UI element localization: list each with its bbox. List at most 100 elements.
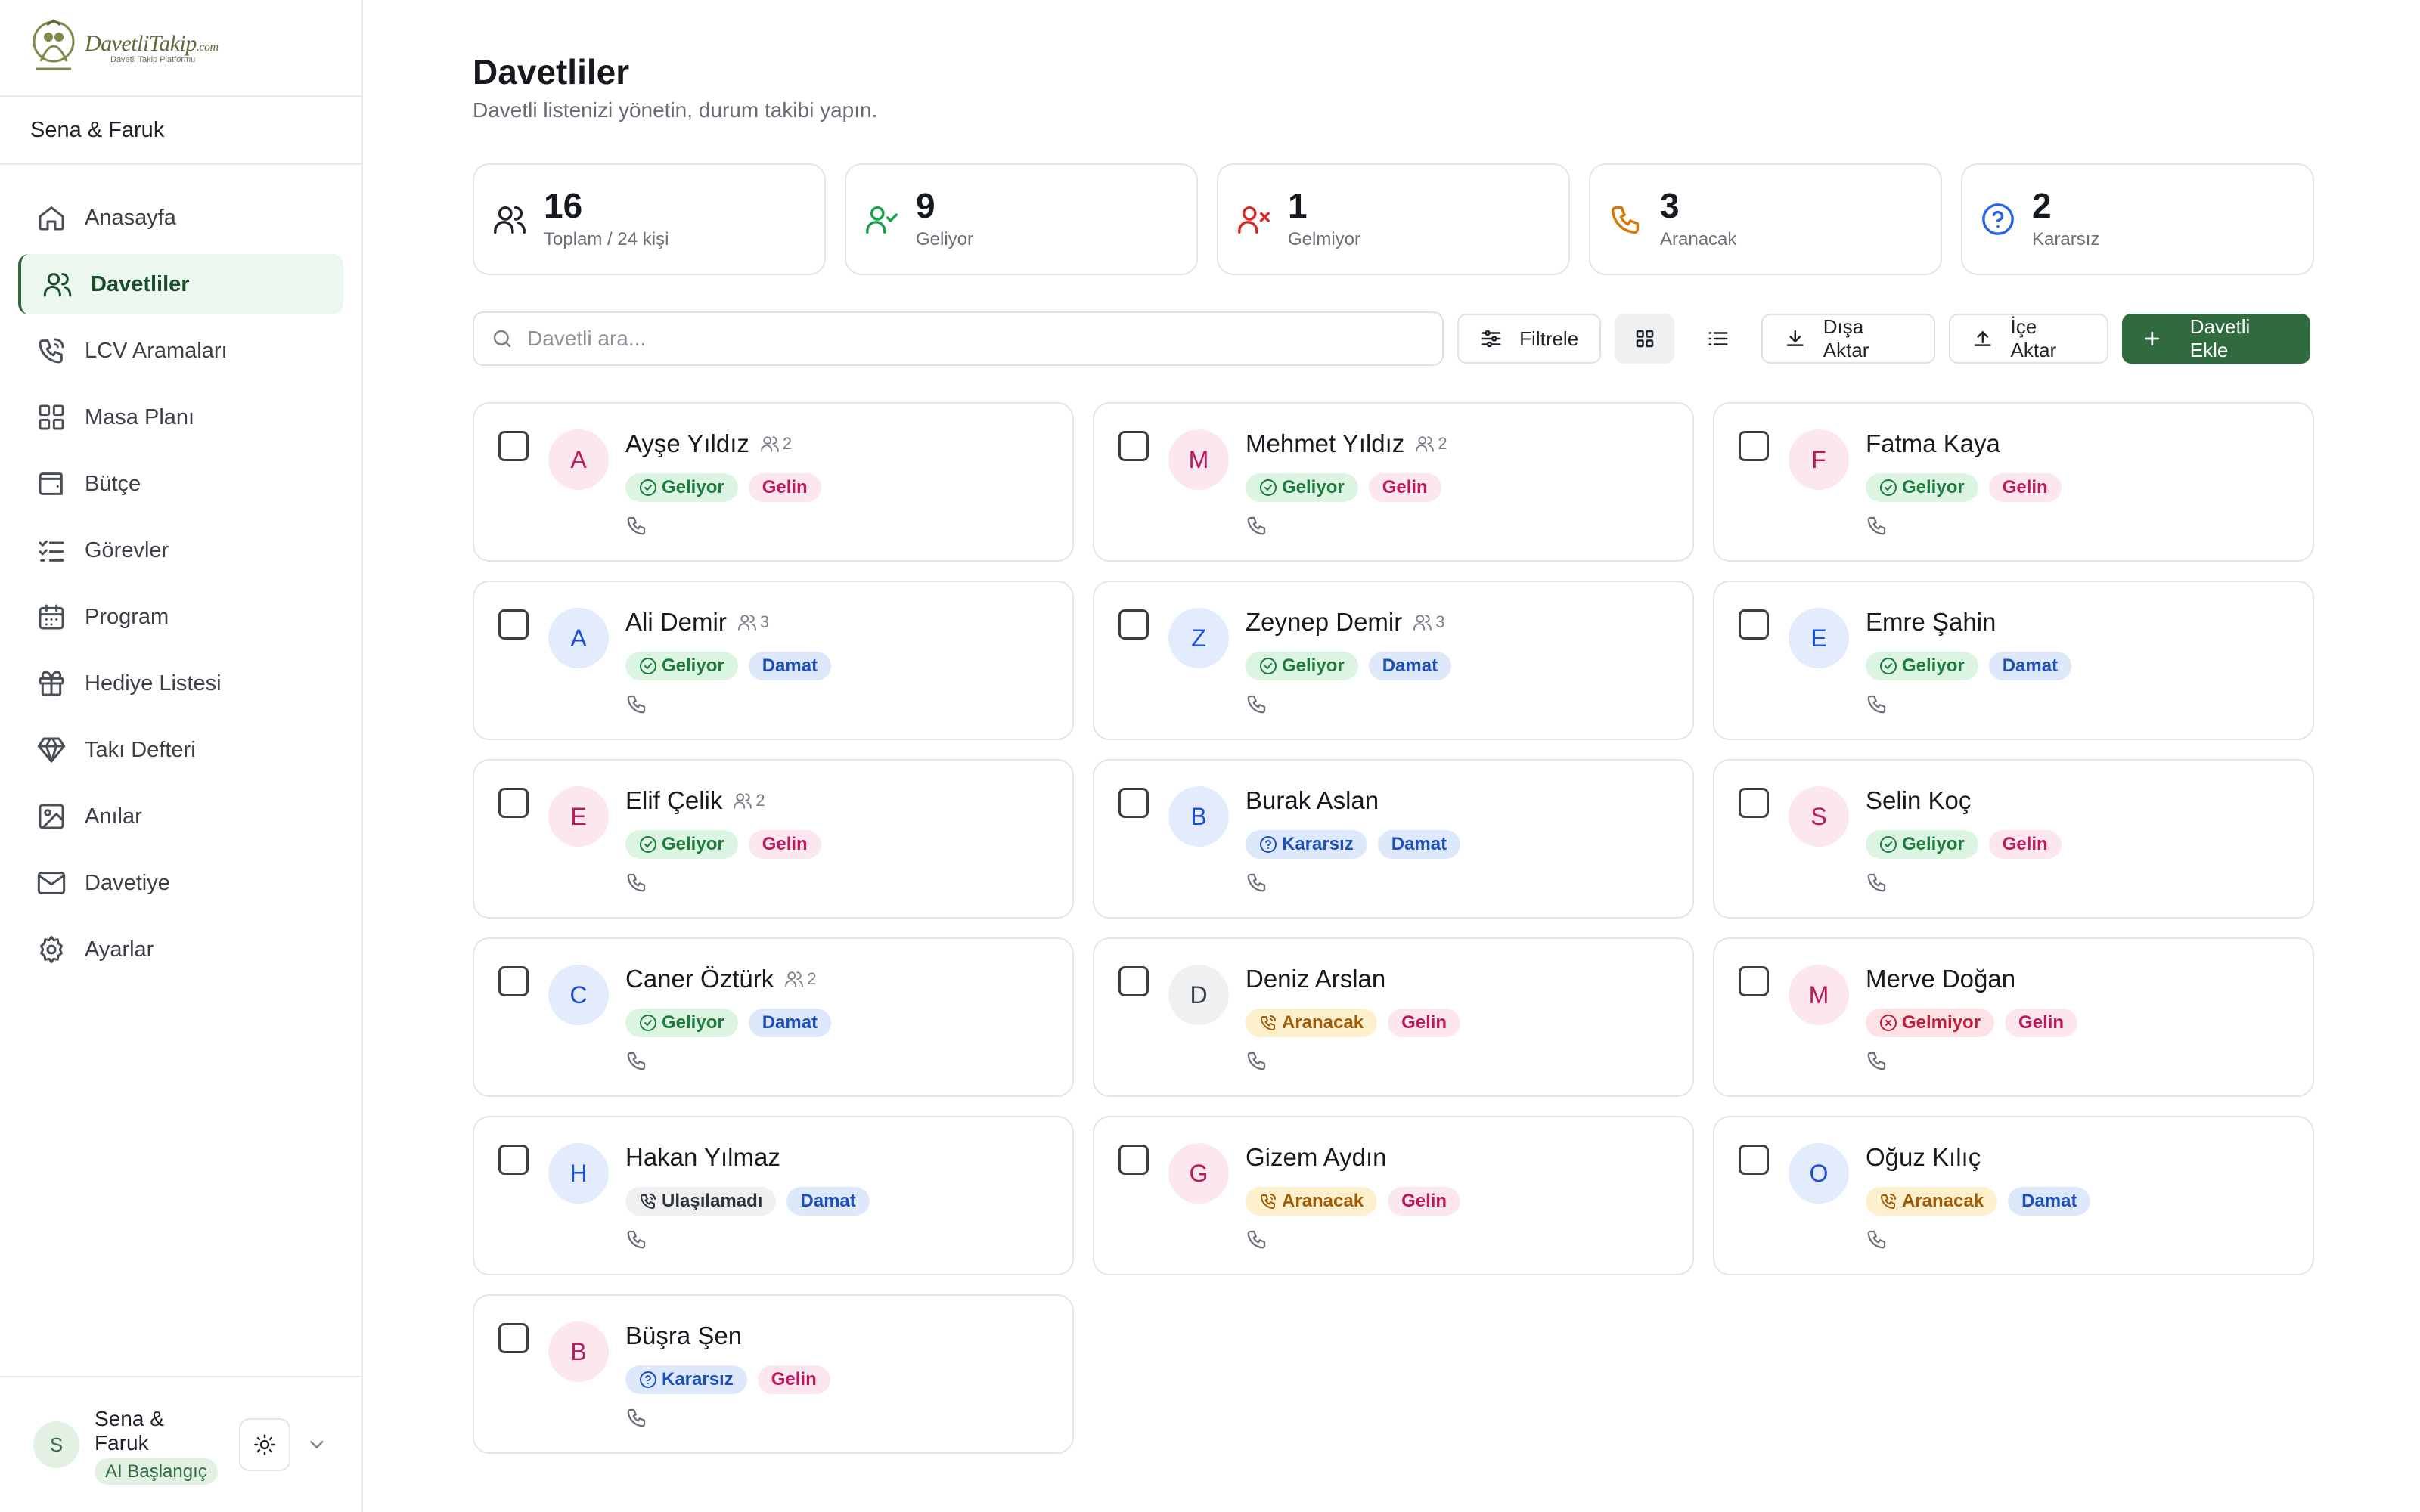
select-checkbox[interactable] bbox=[498, 609, 529, 640]
status-badge: Ulaşılamadı bbox=[625, 1187, 777, 1216]
search-icon bbox=[493, 330, 511, 348]
brand-suffix: .com bbox=[196, 41, 219, 54]
brand-logo[interactable]: DavetliTakip.com Davetli Takip Platformu bbox=[27, 16, 219, 79]
filter-button[interactable]: Filtrele bbox=[1457, 314, 1602, 364]
guest-card[interactable]: Z Zeynep Demir 3 Geliyor Damat bbox=[1093, 581, 1694, 740]
avatar: M bbox=[1168, 429, 1229, 490]
sidebar-item-image[interactable]: Anılar bbox=[18, 786, 343, 847]
import-label: İçe Aktar bbox=[2010, 315, 2057, 361]
select-checkbox[interactable] bbox=[498, 788, 529, 818]
grid-icon bbox=[39, 404, 64, 430]
help-circle-icon bbox=[640, 1371, 656, 1388]
sidebar-item-phone-call[interactable]: LCV Aramaları bbox=[18, 321, 343, 381]
sidebar-nav: Anasayfa Davetliler LCV Aramaları Masa Plan… bbox=[0, 165, 361, 980]
guest-card[interactable]: H Hakan Yılmaz Ulaşılamadı Damat bbox=[473, 1116, 1074, 1275]
stat-value: 3 bbox=[1660, 186, 1680, 225]
sidebar-item-label: Ayarlar bbox=[85, 937, 154, 962]
guest-card[interactable]: F Fatma Kaya Geliyor Gelin bbox=[1713, 402, 2314, 562]
sidebar-item-checklist[interactable]: Görevler bbox=[18, 520, 343, 581]
side-badge: Gelin bbox=[1988, 830, 2062, 859]
select-checkbox[interactable] bbox=[1118, 431, 1149, 461]
guest-grid: A Ayşe Yıldız 2 Geliyor Gelin M Mehmet Yıldız 2… bbox=[473, 402, 2314, 1454]
select-checkbox[interactable] bbox=[1739, 1145, 1769, 1175]
chevron-down-icon[interactable] bbox=[306, 1433, 328, 1456]
sidebar-item-calendar[interactable]: Program bbox=[18, 587, 343, 647]
filter-label: Filtrele bbox=[1519, 327, 1579, 350]
users-icon bbox=[738, 615, 756, 631]
sidebar-item-users[interactable]: Davetliler bbox=[18, 254, 343, 314]
guest-card[interactable]: B Burak Aslan Kararsız Damat bbox=[1093, 759, 1694, 919]
search-input[interactable] bbox=[527, 327, 1419, 351]
sidebar-item-label: LCV Aramaları bbox=[85, 338, 228, 363]
check-circle-icon bbox=[1880, 479, 1897, 496]
status-label: Aranacak bbox=[1282, 1191, 1364, 1211]
guest-card[interactable]: E Elif Çelik 2 Geliyor Gelin bbox=[473, 759, 1074, 919]
select-checkbox[interactable] bbox=[1739, 788, 1769, 818]
select-checkbox[interactable] bbox=[498, 966, 529, 996]
avatar: A bbox=[548, 608, 609, 668]
guest-card[interactable]: M Merve Doğan Gelmiyor Gelin bbox=[1713, 937, 2314, 1097]
sidebar-item-label: Anılar bbox=[85, 804, 142, 829]
sidebar-item-label: Davetiye bbox=[85, 870, 170, 895]
guest-card[interactable]: C Caner Öztürk 2 Geliyor Damat bbox=[473, 937, 1074, 1097]
guest-card[interactable]: B Büşra Şen Kararsız Gelin bbox=[473, 1294, 1074, 1454]
side-badge: Gelin bbox=[1388, 1187, 1461, 1216]
stat-label: Geliyor bbox=[916, 229, 974, 249]
guest-name: Büşra Şen bbox=[625, 1321, 743, 1349]
export-button[interactable]: Dışa Aktar bbox=[1761, 314, 1935, 364]
grid-view-button[interactable] bbox=[1615, 314, 1675, 364]
avatar: M bbox=[1789, 965, 1849, 1025]
guest-card[interactable]: E Emre Şahin Geliyor Damat bbox=[1713, 581, 2314, 740]
sidebar-item-mail[interactable]: Davetiye bbox=[18, 853, 343, 913]
guest-card[interactable]: S Selin Koç Geliyor Gelin bbox=[1713, 759, 2314, 919]
phone-icon bbox=[1247, 873, 1266, 892]
select-checkbox[interactable] bbox=[1739, 609, 1769, 640]
sidebar-item-gift[interactable]: Hediye Listesi bbox=[18, 653, 343, 714]
guest-card[interactable]: G Gizem Aydın Aranacak Gelin bbox=[1093, 1116, 1694, 1275]
avatar: B bbox=[548, 1321, 609, 1382]
select-checkbox[interactable] bbox=[498, 431, 529, 461]
guest-card[interactable]: O Oğuz Kılıç Aranacak Damat bbox=[1713, 1116, 2314, 1275]
guest-card[interactable]: M Mehmet Yıldız 2 Geliyor Gelin bbox=[1093, 402, 1694, 562]
select-checkbox[interactable] bbox=[498, 1145, 529, 1175]
avatar[interactable]: S bbox=[33, 1421, 80, 1468]
import-button[interactable]: İçe Aktar bbox=[1948, 314, 2109, 364]
add-guest-button[interactable]: Davetli Ekle bbox=[2122, 314, 2310, 364]
users-icon bbox=[1413, 615, 1432, 631]
select-checkbox[interactable] bbox=[1739, 966, 1769, 996]
sidebar-item-home[interactable]: Anasayfa bbox=[18, 187, 343, 248]
diamond-icon bbox=[37, 737, 66, 763]
select-checkbox[interactable] bbox=[498, 1323, 529, 1353]
sidebar-item-settings[interactable]: Ayarlar bbox=[18, 919, 343, 980]
guest-card[interactable]: A Ali Demir 3 Geliyor Damat bbox=[473, 581, 1074, 740]
calendar-icon bbox=[39, 604, 64, 630]
upload-icon bbox=[1974, 330, 1991, 346]
gift-icon bbox=[39, 671, 64, 696]
sidebar-item-wallet[interactable]: Bütçe bbox=[18, 454, 343, 514]
plan-badge: AI Başlangıç bbox=[95, 1458, 218, 1485]
guest-card[interactable]: A Ayşe Yıldız 2 Geliyor Gelin bbox=[473, 402, 1074, 562]
select-checkbox[interactable] bbox=[1118, 609, 1149, 640]
couple-name[interactable]: Sena & Faruk bbox=[0, 97, 361, 165]
select-checkbox[interactable] bbox=[1118, 788, 1149, 818]
guest-card[interactable]: D Deniz Arslan Aranacak Gelin bbox=[1093, 937, 1694, 1097]
search-box[interactable] bbox=[473, 311, 1444, 366]
select-checkbox[interactable] bbox=[1118, 966, 1149, 996]
side-badge: Gelin bbox=[2005, 1009, 2078, 1037]
list-view-button[interactable] bbox=[1688, 314, 1748, 364]
sidebar-item-diamond[interactable]: Takı Defteri bbox=[18, 720, 343, 780]
status-badge: Aranacak bbox=[1866, 1187, 1998, 1216]
phone-icon bbox=[1867, 873, 1886, 892]
guest-name: Mehmet Yıldız bbox=[1246, 429, 1405, 457]
main-content: Davetliler Davetli listenizi yönetin, du… bbox=[363, 0, 2420, 1512]
select-checkbox[interactable] bbox=[1739, 431, 1769, 461]
sidebar-item-label: Anasayfa bbox=[85, 205, 176, 230]
sidebar-item-label: Program bbox=[85, 604, 169, 629]
stat-card: 2 Kararsız bbox=[1961, 163, 2314, 275]
sidebar-item-grid[interactable]: Masa Planı bbox=[18, 387, 343, 448]
status-badge: Geliyor bbox=[1866, 652, 1978, 680]
theme-toggle-button[interactable] bbox=[238, 1418, 291, 1471]
select-checkbox[interactable] bbox=[1118, 1145, 1149, 1175]
check-circle-icon bbox=[640, 1015, 656, 1031]
avatar: S bbox=[1789, 786, 1849, 847]
